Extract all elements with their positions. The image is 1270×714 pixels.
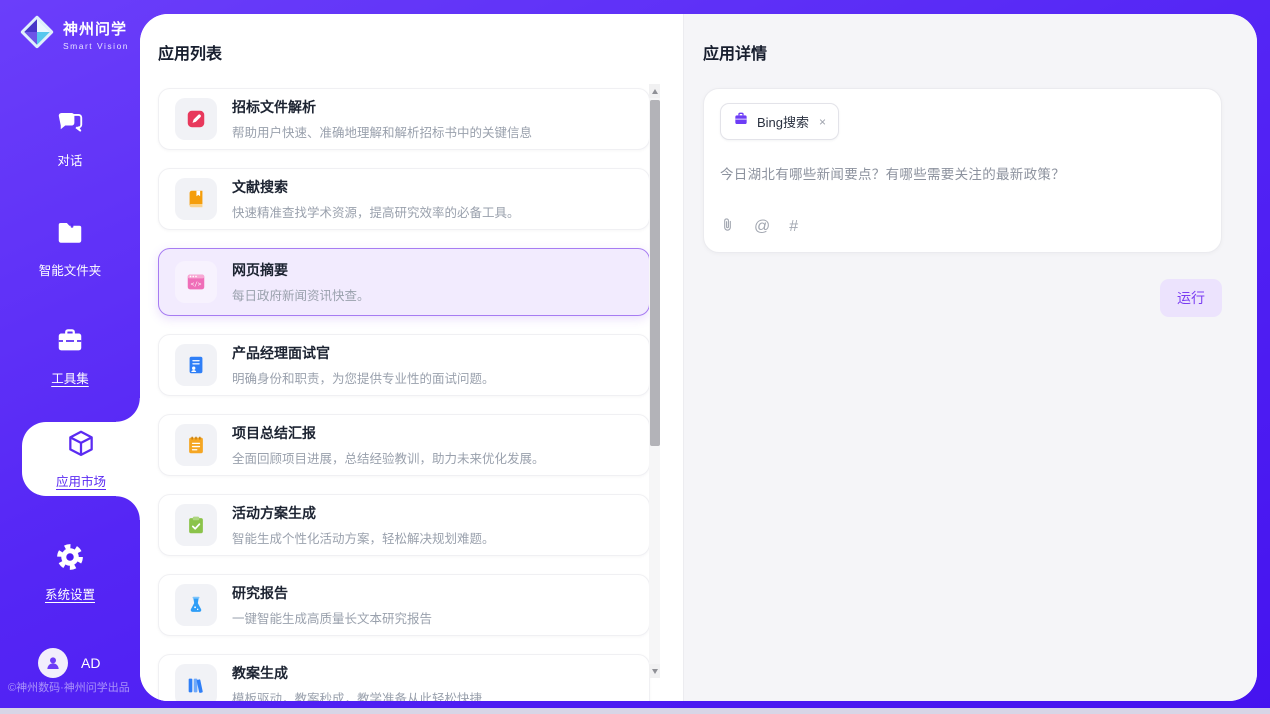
tool-chip-bing-search[interactable]: Bing搜索 × [720,103,839,140]
app-card-list: 招标文件解析 帮助用户快速、准确地理解和解析招标书中的关键信息 文献搜索 快速精… [158,88,650,701]
sidebar-item-label: 工具集 [51,368,89,387]
prompt-editor-card[interactable]: Bing搜索 × 今日湖北有哪些新闻要点？有哪些需要关注的最新政策？ @ # [703,88,1222,253]
app-card-description: 智能生成个性化活动方案，轻松解决规划难题。 [232,528,495,547]
app-card-name: 活动方案生成 [232,503,495,523]
app-detail-title: 应用详情 [703,40,1222,64]
scrollbar-down-arrow[interactable] [649,664,660,678]
scrollbar-thumb[interactable] [650,100,660,446]
toolbox-icon [55,326,85,361]
main-container: 应用列表 招标文件解析 帮助用户快速、准确地理解和解析招标书中的关键信息 [140,14,1257,701]
query-text-input[interactable]: 今日湖北有哪些新闻要点？有哪些需要关注的最新政策？ [720,163,1205,183]
app-card-description: 每日政府新闻资讯快查。 [232,285,370,304]
app-card-name: 招标文件解析 [232,97,532,117]
scrollbar-up-arrow[interactable] [649,84,660,98]
app-card-lesson-plan[interactable]: 教案生成 模板驱动，教案秒成，教学准备从此轻松快捷 [158,654,650,701]
app-card-project-summary[interactable]: 项目总结汇报 全面回顾项目进展，总结经验教训，助力未来优化发展。 [158,414,650,476]
svg-text:</>: </> [191,281,202,288]
brand-logo: 神州问学 Smart Vision [18,13,129,56]
research-icon [175,584,217,626]
brand-name: 神州问学 [63,18,129,39]
sidebar-item-label: 应用市场 [56,471,106,490]
gear-icon [55,542,85,577]
app-card-description: 帮助用户快速、准确地理解和解析招标书中的关键信息 [232,122,532,141]
sidebar-item-label: 系统设置 [45,584,95,603]
sidebar-item-label: 对话 [57,150,82,169]
sidebar: 神州问学 Smart Vision 对话 智能文件夹 [0,0,140,708]
app-card-name: 网页摘要 [232,260,370,280]
app-card-description: 快速精准查找学术资源，提高研究效率的必备工具。 [232,202,520,221]
mention-icon[interactable]: @ [754,218,770,236]
app-detail-panel: 应用详情 Bing搜索 × 今日湖北有哪些新闻要点？有哪些需要关注的最新政策？ [683,14,1257,701]
chat-icon [55,108,85,143]
tool-chip-label: Bing搜索 [757,112,809,131]
document-edit-icon [175,98,217,140]
sidebar-item-smart-folder[interactable]: 智能文件夹 [0,218,140,279]
app-card-event-plan[interactable]: 活动方案生成 智能生成个性化活动方案，轻松解决规划难题。 [158,494,650,556]
app-card-description: 模板驱动，教案秒成，教学准备从此轻松快捷 [232,688,482,701]
app-card-name: 项目总结汇报 [232,423,545,443]
app-card-name: 教案生成 [232,663,482,683]
chip-close-icon[interactable]: × [819,115,826,129]
attachment-icon[interactable] [720,216,735,238]
user-account[interactable]: AD [38,648,100,678]
app-card-bid-document-parse[interactable]: 招标文件解析 帮助用户快速、准确地理解和解析招标书中的关键信息 [158,88,650,150]
app-list-scrollbar[interactable] [649,84,660,678]
cube-icon [65,428,97,465]
app-card-name: 研究报告 [232,583,432,603]
sidebar-item-chat[interactable]: 对话 [0,108,140,169]
book-icon [175,178,217,220]
app-card-name: 文献搜索 [232,177,520,197]
folder-icon [55,218,85,253]
brand-subtitle: Smart Vision [63,41,129,51]
brand-diamond-icon [18,13,56,56]
sidebar-item-app-market[interactable]: 应用市场 [22,422,140,496]
run-row: 运行 [703,279,1222,317]
books-icon [175,664,217,701]
input-toolbar: @ # [720,216,798,238]
browser-code-icon: </> [175,261,217,303]
sidebar-item-label: 智能文件夹 [39,260,102,279]
sidebar-item-settings[interactable]: 系统设置 [0,542,140,603]
app-card-web-summary[interactable]: </> 网页摘要 每日政府新闻资讯快查。 [158,248,650,316]
app-card-name: 产品经理面试官 [232,343,495,363]
avatar [38,648,68,678]
user-initials: AD [81,655,100,671]
sidebar-item-toolset[interactable]: 工具集 [0,326,140,387]
app-list-title: 应用列表 [158,40,683,64]
briefcase-icon [733,111,749,132]
app-card-literature-search[interactable]: 文献搜索 快速精准查找学术资源，提高研究效率的必备工具。 [158,168,650,230]
app-card-research-report[interactable]: 研究报告 一键智能生成高质量长文本研究报告 [158,574,650,636]
app-card-pm-interviewer[interactable]: 产品经理面试官 明确身份和职责，为您提供专业性的面试问题。 [158,334,650,396]
clipboard-check-icon [175,504,217,546]
app-card-description: 全面回顾项目进展，总结经验教训，助力未来优化发展。 [232,448,545,467]
interview-icon [175,344,217,386]
notepad-icon [175,424,217,466]
app-list-panel: 应用列表 招标文件解析 帮助用户快速、准确地理解和解析招标书中的关键信息 [140,14,683,701]
app-card-description: 一键智能生成高质量长文本研究报告 [232,608,432,627]
window-bottom-edge [0,708,1270,714]
app-card-description: 明确身份和职责，为您提供专业性的面试问题。 [232,368,495,387]
run-button[interactable]: 运行 [1160,279,1222,317]
copyright-footer: ©神州数码·神州问学出品 [8,679,130,695]
hash-icon[interactable]: # [789,218,798,236]
